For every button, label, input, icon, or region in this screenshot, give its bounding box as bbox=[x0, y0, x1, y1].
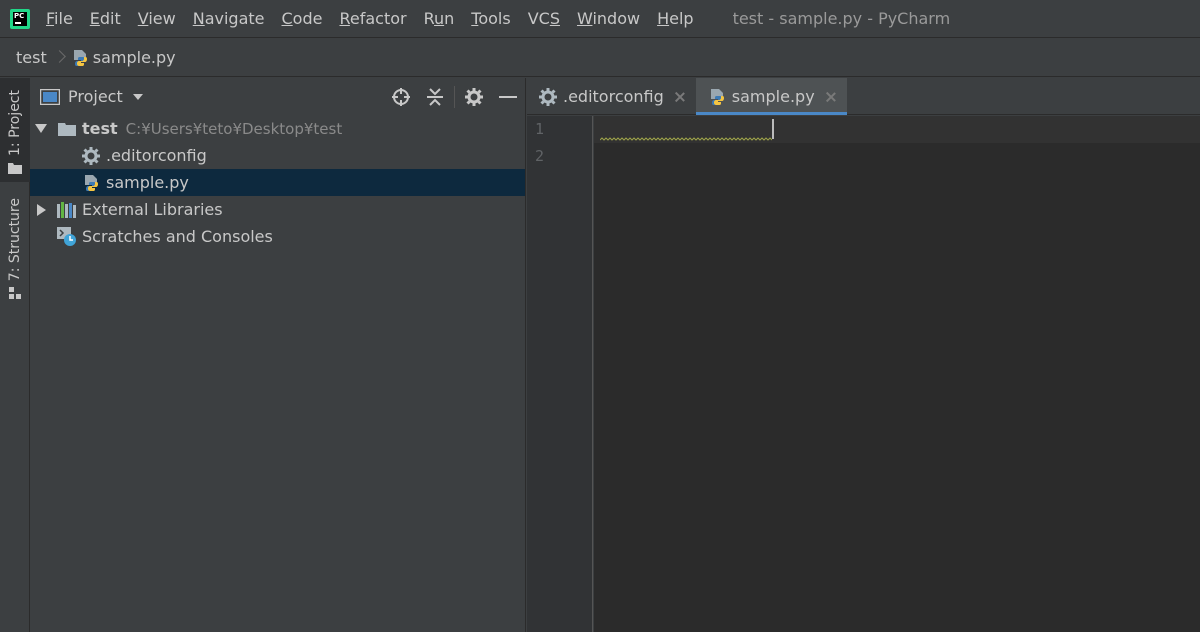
chevron-down-icon[interactable] bbox=[34, 122, 48, 136]
warning-squiggle bbox=[600, 137, 772, 141]
project-window-icon bbox=[40, 88, 60, 105]
python-file-icon bbox=[73, 49, 87, 66]
menu-view[interactable]: View bbox=[138, 9, 176, 28]
text-cursor bbox=[772, 119, 774, 139]
project-panel-header: Project bbox=[30, 78, 525, 115]
tab-editorconfig[interactable]: .editorconfig bbox=[527, 78, 696, 115]
python-file-icon bbox=[81, 173, 101, 193]
tree-item-label: sample.py bbox=[106, 173, 189, 192]
folder-icon bbox=[8, 162, 22, 174]
tree-item-root[interactable]: test C:¥Users¥teto¥Desktop¥test bbox=[30, 115, 525, 142]
settings-button[interactable] bbox=[457, 82, 491, 112]
chevron-right-icon bbox=[55, 49, 63, 67]
tab-label: .editorconfig bbox=[563, 87, 664, 106]
line-number: 1 bbox=[535, 120, 545, 138]
menu-navigate[interactable]: Navigate bbox=[193, 9, 265, 28]
tree-item-label: External Libraries bbox=[82, 200, 223, 219]
menu-code[interactable]: Code bbox=[282, 9, 323, 28]
project-view-selector[interactable]: Project bbox=[68, 87, 123, 106]
python-file-icon bbox=[708, 88, 726, 106]
line-number-gutter: 1 2 bbox=[527, 116, 593, 632]
tab-project-tool[interactable]: 1: Project bbox=[0, 78, 30, 182]
tree-item-label: test bbox=[82, 119, 118, 138]
project-panel-tools bbox=[384, 78, 525, 115]
close-icon[interactable] bbox=[674, 91, 686, 103]
menu-file[interactable]: File bbox=[46, 9, 73, 28]
divider bbox=[454, 85, 455, 108]
structure-icon bbox=[9, 287, 21, 300]
folder-icon bbox=[57, 119, 77, 139]
menu-edit[interactable]: Edit bbox=[90, 9, 121, 28]
menu-run[interactable]: Run bbox=[424, 9, 455, 28]
line-number: 2 bbox=[535, 147, 545, 165]
tab-sample-py[interactable]: sample.py bbox=[695, 78, 847, 115]
tree-item-path: C:¥Users¥teto¥Desktop¥test bbox=[125, 120, 343, 138]
menu-window[interactable]: Window bbox=[577, 9, 640, 28]
locate-file-button[interactable] bbox=[384, 82, 418, 112]
tree-item-label: .editorconfig bbox=[106, 146, 207, 165]
breadcrumb-file[interactable]: sample.py bbox=[71, 48, 176, 67]
tree-item-label: Scratches and Consoles bbox=[82, 227, 273, 246]
tab-label: sample.py bbox=[731, 87, 815, 106]
tree-item-sample-py[interactable]: sample.py bbox=[30, 169, 525, 196]
pycharm-logo-icon: PC bbox=[10, 8, 30, 29]
menu-help[interactable]: Help bbox=[657, 9, 693, 28]
menu-vcs[interactable]: VCS bbox=[528, 9, 560, 28]
window-title: test - sample.py - PyCharm bbox=[732, 9, 951, 28]
editor-tab-bar: .editorconfig sample.py bbox=[527, 78, 1200, 115]
tree-item-editorconfig[interactable]: .editorconfig bbox=[30, 142, 525, 169]
menu-refactor[interactable]: Refactor bbox=[339, 9, 406, 28]
tool-window-strip: 1: Project 7: Structure bbox=[0, 78, 30, 632]
project-panel: Project test C:¥Users¥teto¥Desktop¥test … bbox=[30, 78, 526, 632]
breadcrumb: test sample.py bbox=[0, 39, 1200, 77]
tree-item-external-libraries[interactable]: External Libraries bbox=[30, 196, 525, 223]
close-icon[interactable] bbox=[825, 91, 837, 103]
collapse-all-button[interactable] bbox=[418, 82, 452, 112]
crosshair-icon bbox=[392, 87, 410, 106]
tab-structure-tool[interactable]: 7: Structure bbox=[0, 198, 30, 308]
gear-icon bbox=[81, 146, 101, 166]
menu-bar: PC File Edit View Navigate Code Refactor… bbox=[0, 0, 1200, 38]
minimize-icon bbox=[499, 95, 517, 98]
hide-panel-button[interactable] bbox=[491, 82, 525, 112]
collapse-icon bbox=[427, 87, 443, 106]
libraries-icon bbox=[57, 200, 77, 220]
gear-icon bbox=[465, 87, 483, 106]
gear-icon bbox=[539, 87, 557, 106]
chevron-right-icon[interactable] bbox=[34, 203, 48, 217]
tree-item-scratches[interactable]: Scratches and Consoles bbox=[30, 223, 525, 250]
chevron-down-icon[interactable] bbox=[132, 93, 143, 100]
code-editor[interactable] bbox=[594, 116, 1200, 632]
breadcrumb-project[interactable]: test bbox=[16, 48, 47, 67]
menu-tools[interactable]: Tools bbox=[471, 9, 510, 28]
scratches-icon bbox=[57, 226, 77, 247]
